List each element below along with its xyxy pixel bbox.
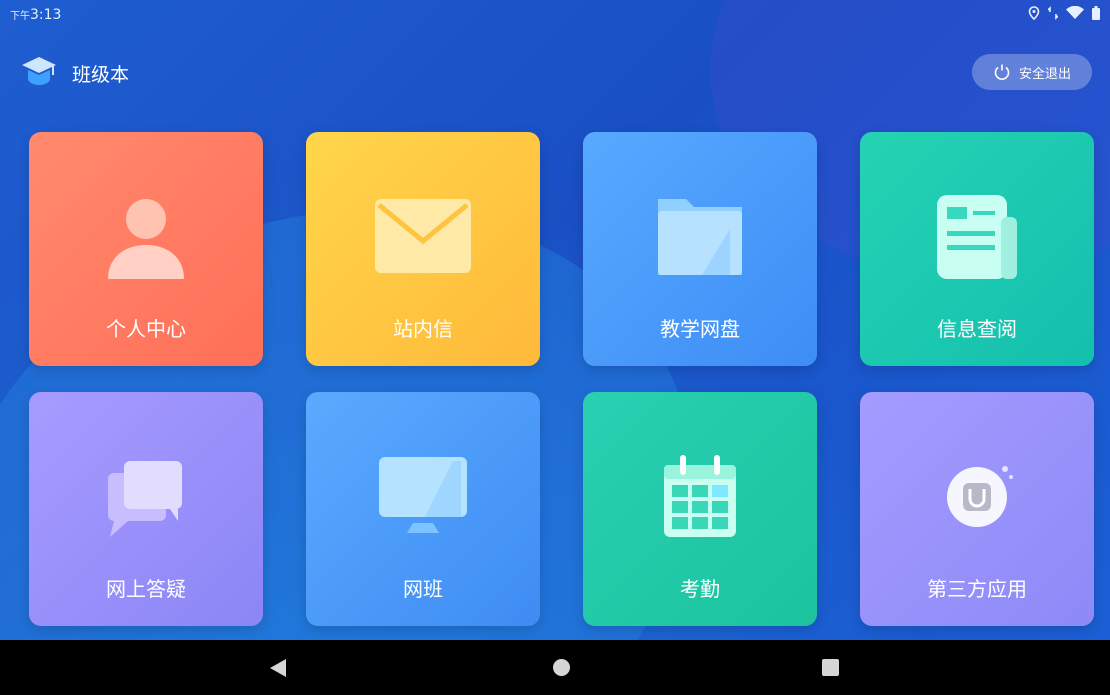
status-clock: 下午3:13 [10, 7, 61, 23]
newspaper-icon [927, 187, 1027, 287]
status-icons [1028, 5, 1100, 24]
clock-time: 3:13 [30, 7, 62, 23]
wifi-icon [1066, 5, 1084, 24]
power-icon [993, 63, 1011, 81]
logout-label: 安全退出 [1018, 66, 1071, 82]
tile-label: 个人中心 [106, 317, 186, 341]
status-bar: 下午3:13 [0, 0, 1110, 28]
recents-icon[interactable] [822, 659, 839, 676]
navigation-bar [0, 640, 1110, 695]
home-icon[interactable] [553, 659, 570, 676]
tile-online-qa[interactable]: 网上答疑 [29, 392, 263, 626]
graduation-cap-icon [20, 54, 58, 88]
tile-third-party-apps[interactable]: 第三方应用 [860, 392, 1094, 626]
envelope-icon [373, 187, 473, 287]
monitor-icon [373, 447, 473, 547]
tile-online-class[interactable]: 网班 [306, 392, 540, 626]
tile-site-mail[interactable]: 站内信 [306, 132, 540, 366]
back-icon[interactable] [268, 658, 288, 682]
tile-info-browse[interactable]: 信息查阅 [860, 132, 1094, 366]
location-icon [1028, 6, 1040, 24]
tile-label: 网班 [403, 577, 443, 601]
tile-label: 考勤 [680, 577, 720, 601]
data-arrows-icon [1047, 6, 1059, 24]
folder-icon [650, 187, 750, 287]
battery-icon [1092, 6, 1100, 24]
tile-personal-center[interactable]: 个人中心 [29, 132, 263, 366]
app-u-icon [927, 447, 1027, 547]
tile-label: 站内信 [393, 317, 453, 341]
tile-label: 第三方应用 [927, 577, 1027, 601]
chat-bubbles-icon [96, 447, 196, 547]
app-title: 班级本 [72, 64, 130, 86]
tile-label: 信息查阅 [937, 317, 1017, 341]
tile-label: 网上答疑 [106, 577, 186, 601]
tile-label: 教学网盘 [660, 317, 740, 341]
person-icon [96, 187, 196, 287]
calendar-icon [650, 447, 750, 547]
tile-teaching-drive[interactable]: 教学网盘 [583, 132, 817, 366]
app-screen: 下午3:13 班级本 安全退出 个人中心 站内信 教学网盘 信息查阅 网上答疑 … [0, 0, 1110, 640]
header-bar: 班级本 安全退出 [0, 46, 1110, 96]
tile-attendance[interactable]: 考勤 [583, 392, 817, 626]
clock-period: 下午 [10, 11, 30, 22]
logout-button[interactable]: 安全退出 [972, 54, 1092, 90]
